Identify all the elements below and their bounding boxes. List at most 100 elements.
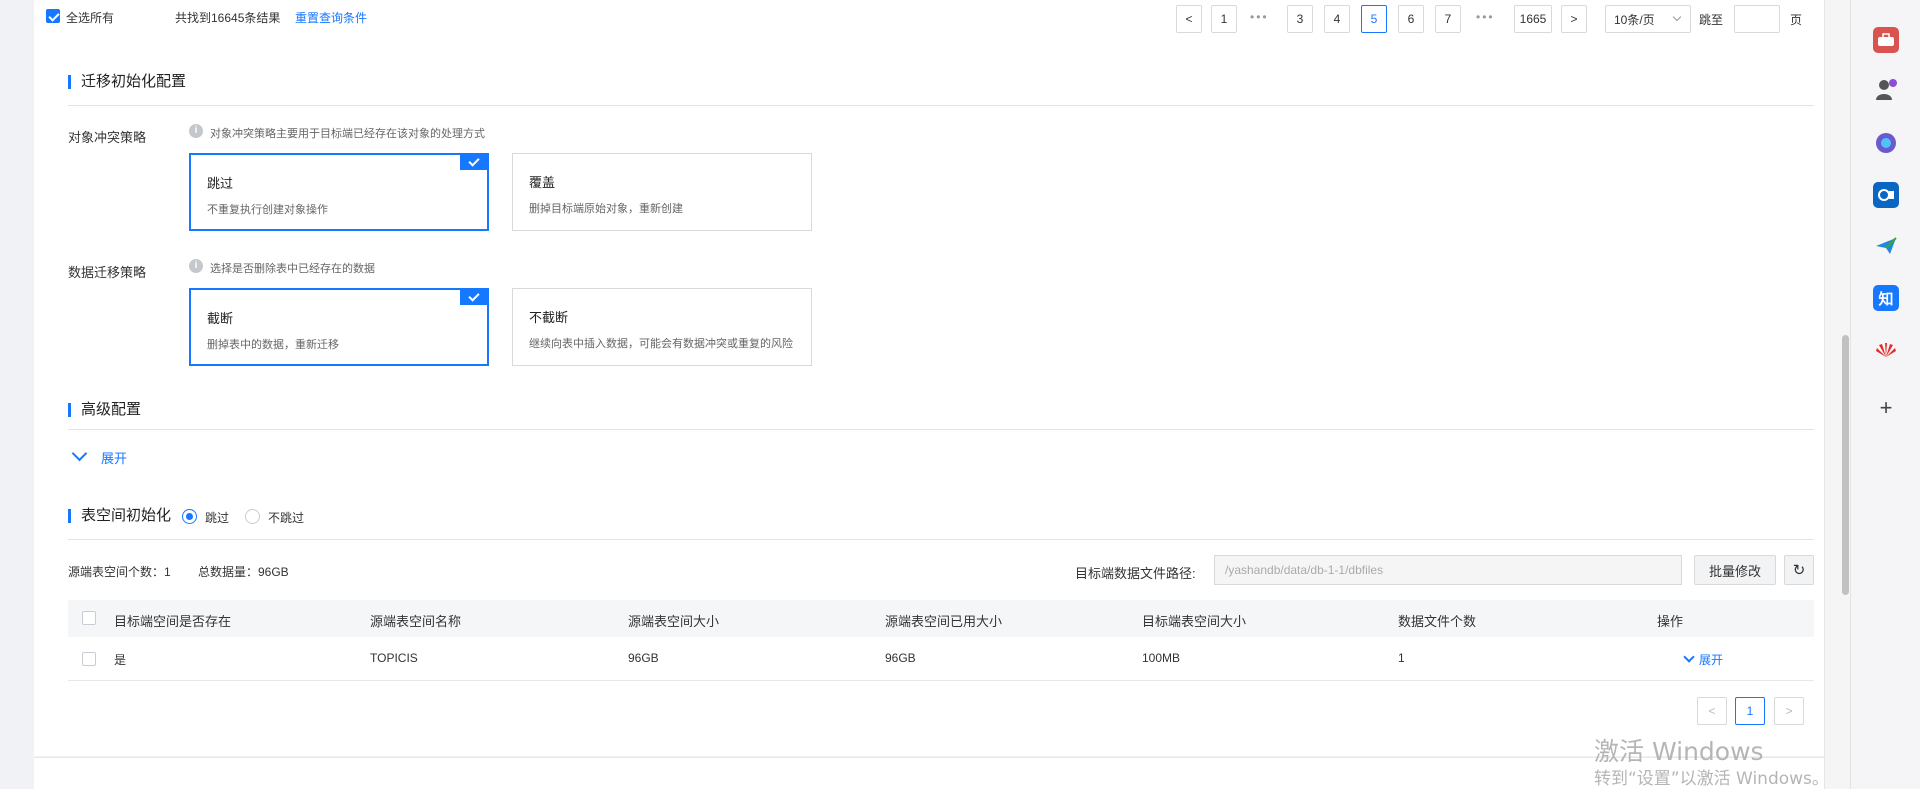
page-6-button[interactable]: 6 [1398, 5, 1424, 33]
activation-watermark-subtitle: 转到“设置”以激活 Windows。 [1594, 769, 1829, 789]
row-expand-link[interactable]: 展开 [1683, 651, 1724, 668]
select-all-checkbox[interactable] [46, 9, 60, 23]
option-desc: 不重复执行创建对象操作 [207, 204, 328, 216]
conflict-strategy-hint: 对象冲突策略主要用于目标端已经存在该对象的处理方式 [210, 128, 485, 140]
page-unit-label: 页 [1790, 13, 1803, 27]
footer-bar [34, 757, 1824, 789]
page-1-button[interactable]: 1 [1211, 5, 1237, 33]
prev-page-button[interactable]: < [1176, 5, 1202, 33]
add-icon[interactable]: + [1873, 395, 1899, 421]
check-icon [460, 289, 488, 305]
tablespace-noskip-label: 不跳过 [268, 511, 305, 525]
cell-source-size: 96GB [628, 651, 659, 665]
section-divider [68, 429, 1814, 430]
col-target-size: 目标端表空间大小 [1142, 614, 1247, 629]
col-target-exists: 目标端空间是否存在 [114, 614, 232, 629]
page-size-select[interactable]: 10条/页 [1605, 5, 1691, 33]
total-data-size: 总数据量：96GB [198, 565, 289, 579]
cell-target-exists: 是 [114, 653, 127, 667]
col-source-name: 源端表空间名称 [370, 614, 462, 629]
page-ellipsis-right[interactable]: ••• [1476, 10, 1495, 24]
option-desc: 删掉表中的数据，重新迁移 [207, 339, 339, 351]
col-source-size: 源端表空间大小 [628, 614, 720, 629]
tablespace-skip-radio[interactable] [182, 509, 197, 524]
expand-label: 展开 [101, 451, 128, 466]
section-divider [68, 105, 1814, 106]
target-path-label: 目标端数据文件路径: [1075, 566, 1196, 581]
chevron-down-icon [1683, 651, 1695, 663]
chevron-down-icon [71, 445, 88, 462]
info-icon: i [189, 124, 203, 138]
zhihu-icon[interactable]: 知 [1873, 285, 1899, 311]
huawei-icon[interactable] [1873, 339, 1899, 365]
row-expand-label: 展开 [1699, 653, 1724, 667]
tablespace-skip-label: 跳过 [205, 511, 230, 525]
conflict-strategy-label: 对象冲突策略 [68, 130, 147, 145]
table-header: 目标端空间是否存在 源端表空间名称 源端表空间大小 源端表空间已用大小 目标端表… [68, 600, 1814, 637]
app-rail: 知 + [1850, 0, 1920, 789]
option-desc: 继续向表中插入数据，可能会有数据冲突或重复的风险 [529, 338, 793, 350]
check-icon [460, 154, 488, 170]
toolbox-icon[interactable] [1873, 27, 1899, 53]
jump-label: 跳至 [1699, 13, 1724, 27]
row-checkbox[interactable] [82, 652, 96, 666]
send-icon[interactable] [1873, 233, 1899, 259]
select-all-label: 全选所有 [66, 11, 115, 25]
batch-modify-button[interactable]: 批量修改 [1694, 555, 1776, 585]
data-strategy-hint: 选择是否删除表中已经存在的数据 [210, 263, 375, 275]
col-actions: 操作 [1657, 614, 1684, 629]
cell-target-size: 100MB [1142, 651, 1181, 665]
migration-init-title: 迁移初始化配置 [68, 74, 186, 89]
source-tablespace-count: 源端表空间个数：1 [68, 565, 171, 579]
result-count: 共找到16645条结果 [175, 11, 281, 25]
data-option-truncate[interactable]: 截断 删掉表中的数据，重新迁移 [189, 288, 489, 366]
page-7-button[interactable]: 7 [1435, 5, 1461, 33]
tablespace-noskip-radio[interactable] [245, 509, 260, 524]
cell-source-name: TOPICIS [370, 651, 418, 665]
page-3-button[interactable]: 3 [1287, 5, 1313, 33]
page-last-button[interactable]: 1665 [1514, 5, 1552, 33]
section-divider [68, 539, 1814, 540]
tablespace-init-title: 表空间初始化 [68, 508, 171, 523]
chevron-down-icon [1672, 12, 1682, 22]
advanced-expand-toggle[interactable]: 展开 [71, 445, 128, 467]
table-next-page-button[interactable]: > [1774, 697, 1804, 725]
table-prev-page-button[interactable]: < [1697, 697, 1727, 725]
page-ellipsis-left[interactable]: ••• [1250, 10, 1269, 24]
conflict-option-overwrite[interactable]: 覆盖 删掉目标端原始对象，重新创建 [512, 153, 812, 231]
option-title: 覆盖 [529, 175, 556, 190]
header-checkbox[interactable] [82, 611, 96, 625]
option-title: 截断 [207, 311, 234, 326]
col-source-used: 源端表空间已用大小 [885, 614, 1003, 629]
outlook-icon[interactable] [1873, 182, 1899, 208]
cell-file-count: 1 [1398, 651, 1405, 665]
table-row: 是 TOPICIS 96GB 96GB 100MB 1 展开 [68, 637, 1814, 681]
next-page-button[interactable]: > [1561, 5, 1587, 33]
option-desc: 删掉目标端原始对象，重新创建 [529, 203, 683, 215]
page-size-value: 10条/页 [1614, 12, 1655, 27]
activation-watermark-title: 激活 Windows [1594, 737, 1764, 766]
table-page-1-button[interactable]: 1 [1735, 697, 1765, 725]
reset-query-link[interactable]: 重置查询条件 [295, 9, 367, 26]
advanced-config-title: 高级配置 [68, 402, 141, 417]
page-5-button[interactable]: 5 [1361, 5, 1387, 33]
conflict-option-skip[interactable]: 跳过 不重复执行创建对象操作 [189, 153, 489, 231]
scrollbar-thumb[interactable] [1842, 335, 1849, 595]
list-toolbar: 全选所有 共找到16645条结果 重置查询条件 < 1 ••• 3 4 5 6 … [34, 0, 1824, 36]
user-icon[interactable] [1873, 76, 1899, 102]
option-title: 不截断 [529, 310, 569, 325]
cell-source-used: 96GB [885, 651, 916, 665]
data-option-no-truncate[interactable]: 不截断 继续向表中插入数据，可能会有数据冲突或重复的风险 [512, 288, 812, 366]
target-path-input[interactable]: /yashandb/data/db-1-1/dbfiles [1214, 555, 1682, 585]
main-area: 全选所有 共找到16645条结果 重置查询条件 < 1 ••• 3 4 5 6 … [12, 0, 1824, 789]
page-4-button[interactable]: 4 [1324, 5, 1350, 33]
jump-page-input[interactable] [1734, 5, 1780, 33]
copilot-icon[interactable] [1873, 130, 1899, 156]
content-card: 全选所有 共找到16645条结果 重置查询条件 < 1 ••• 3 4 5 6 … [34, 0, 1824, 756]
option-title: 跳过 [207, 176, 234, 191]
data-strategy-label: 数据迁移策略 [68, 265, 147, 280]
info-icon: i [189, 259, 203, 273]
vertical-scrollbar[interactable] [1824, 0, 1850, 789]
col-file-count: 数据文件个数 [1398, 614, 1477, 629]
refresh-icon[interactable]: ↻ [1784, 555, 1814, 585]
